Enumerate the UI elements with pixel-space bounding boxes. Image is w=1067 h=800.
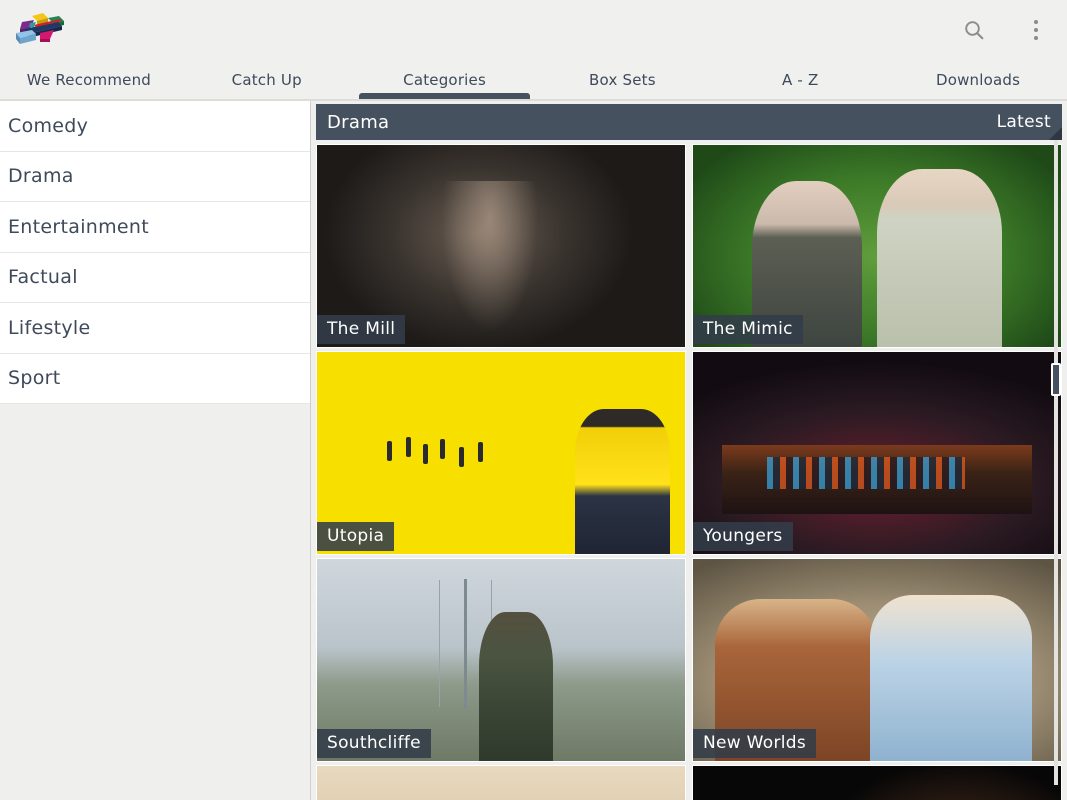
sidebar-empty-space [0,404,310,704]
sidebar-item-label: Comedy [8,114,89,137]
programme-grid: The Mill The Mimic Utopia Youngers South… [316,144,1062,800]
resize-corner-icon [1049,127,1062,140]
sidebar-item-label: Sport [8,367,61,390]
tab-label: Catch Up [231,71,302,89]
sidebar-item-label: Drama [8,165,74,188]
channel4-blocks-logo[interactable] [10,9,70,51]
programme-title: The Mill [317,315,406,344]
programme-title: Utopia [317,522,395,551]
more-vertical-icon [1034,20,1038,40]
tab-downloads[interactable]: Downloads [889,60,1067,101]
vertical-scrollbar-thumb[interactable] [1051,363,1061,396]
sidebar-item-label: Entertainment [8,215,150,238]
artwork-figures [380,436,512,490]
sidebar-item-lifestyle[interactable]: Lifestyle [0,303,310,354]
programme-tile[interactable]: Southcliffe [316,558,686,762]
logo-svg [16,13,64,44]
tab-label: We Recommend [26,71,152,89]
tab-label: Downloads [935,71,1021,89]
programme-artwork [317,766,685,800]
app-root: We Recommend Catch Up Categories Box Set… [0,0,1067,800]
search-button[interactable] [961,15,987,45]
sidebar-item-sport[interactable]: Sport [0,353,310,404]
page-title: Drama [327,111,390,133]
tab-box-sets[interactable]: Box Sets [533,60,711,101]
category-list: Comedy Drama Entertainment Factual Lifes… [0,101,310,404]
programme-title: Youngers [693,522,793,551]
sidebar-item-factual[interactable]: Factual [0,252,310,303]
category-sidebar: Comedy Drama Entertainment Factual Lifes… [0,101,311,800]
tab-label: Categories [403,71,486,89]
sidebar-item-label: Lifestyle [8,316,91,339]
overflow-menu-button[interactable] [1023,15,1049,45]
programme-tile[interactable]: Utopia [316,351,686,555]
programme-tile[interactable]: The Mill [316,144,686,348]
top-bar-actions [961,0,1049,60]
sidebar-item-comedy[interactable]: Comedy [0,101,310,152]
tab-a-z[interactable]: A - Z [711,60,889,101]
artwork-figure-main [574,408,671,554]
sidebar-item-entertainment[interactable]: Entertainment [0,202,310,253]
sort-selector[interactable]: Latest [997,112,1051,132]
primary-nav: We Recommend Catch Up Categories Box Set… [0,60,1067,101]
tab-categories[interactable]: Categories [356,60,534,101]
tab-label: A - Z [781,71,819,89]
sidebar-item-drama[interactable]: Drama [0,151,310,202]
nav-tab-strip: We Recommend Catch Up Categories Box Set… [0,60,1067,101]
programme-artwork [693,766,1061,800]
vertical-scrollbar-track[interactable] [1054,140,1058,785]
search-icon [965,21,984,40]
programme-tile[interactable] [316,765,686,800]
content-header-bar: Drama Latest [316,104,1062,140]
top-app-bar [0,0,1067,60]
sidebar-item-label: Factual [8,266,78,289]
programme-tile[interactable]: The Mimic [692,144,1062,348]
tab-we-recommend[interactable]: We Recommend [0,60,178,101]
tab-catch-up[interactable]: Catch Up [178,60,356,101]
content-area: Drama Latest The Mill The Mimic Utopia Y… [311,101,1067,800]
programme-title: Southcliffe [317,729,431,758]
tab-label: Box Sets [589,71,656,89]
programme-title: The Mimic [693,315,803,344]
programme-tile[interactable] [692,765,1062,800]
programme-title: New Worlds [693,729,817,758]
programme-tile[interactable]: New Worlds [692,558,1062,762]
programme-tile[interactable]: Youngers [692,351,1062,555]
